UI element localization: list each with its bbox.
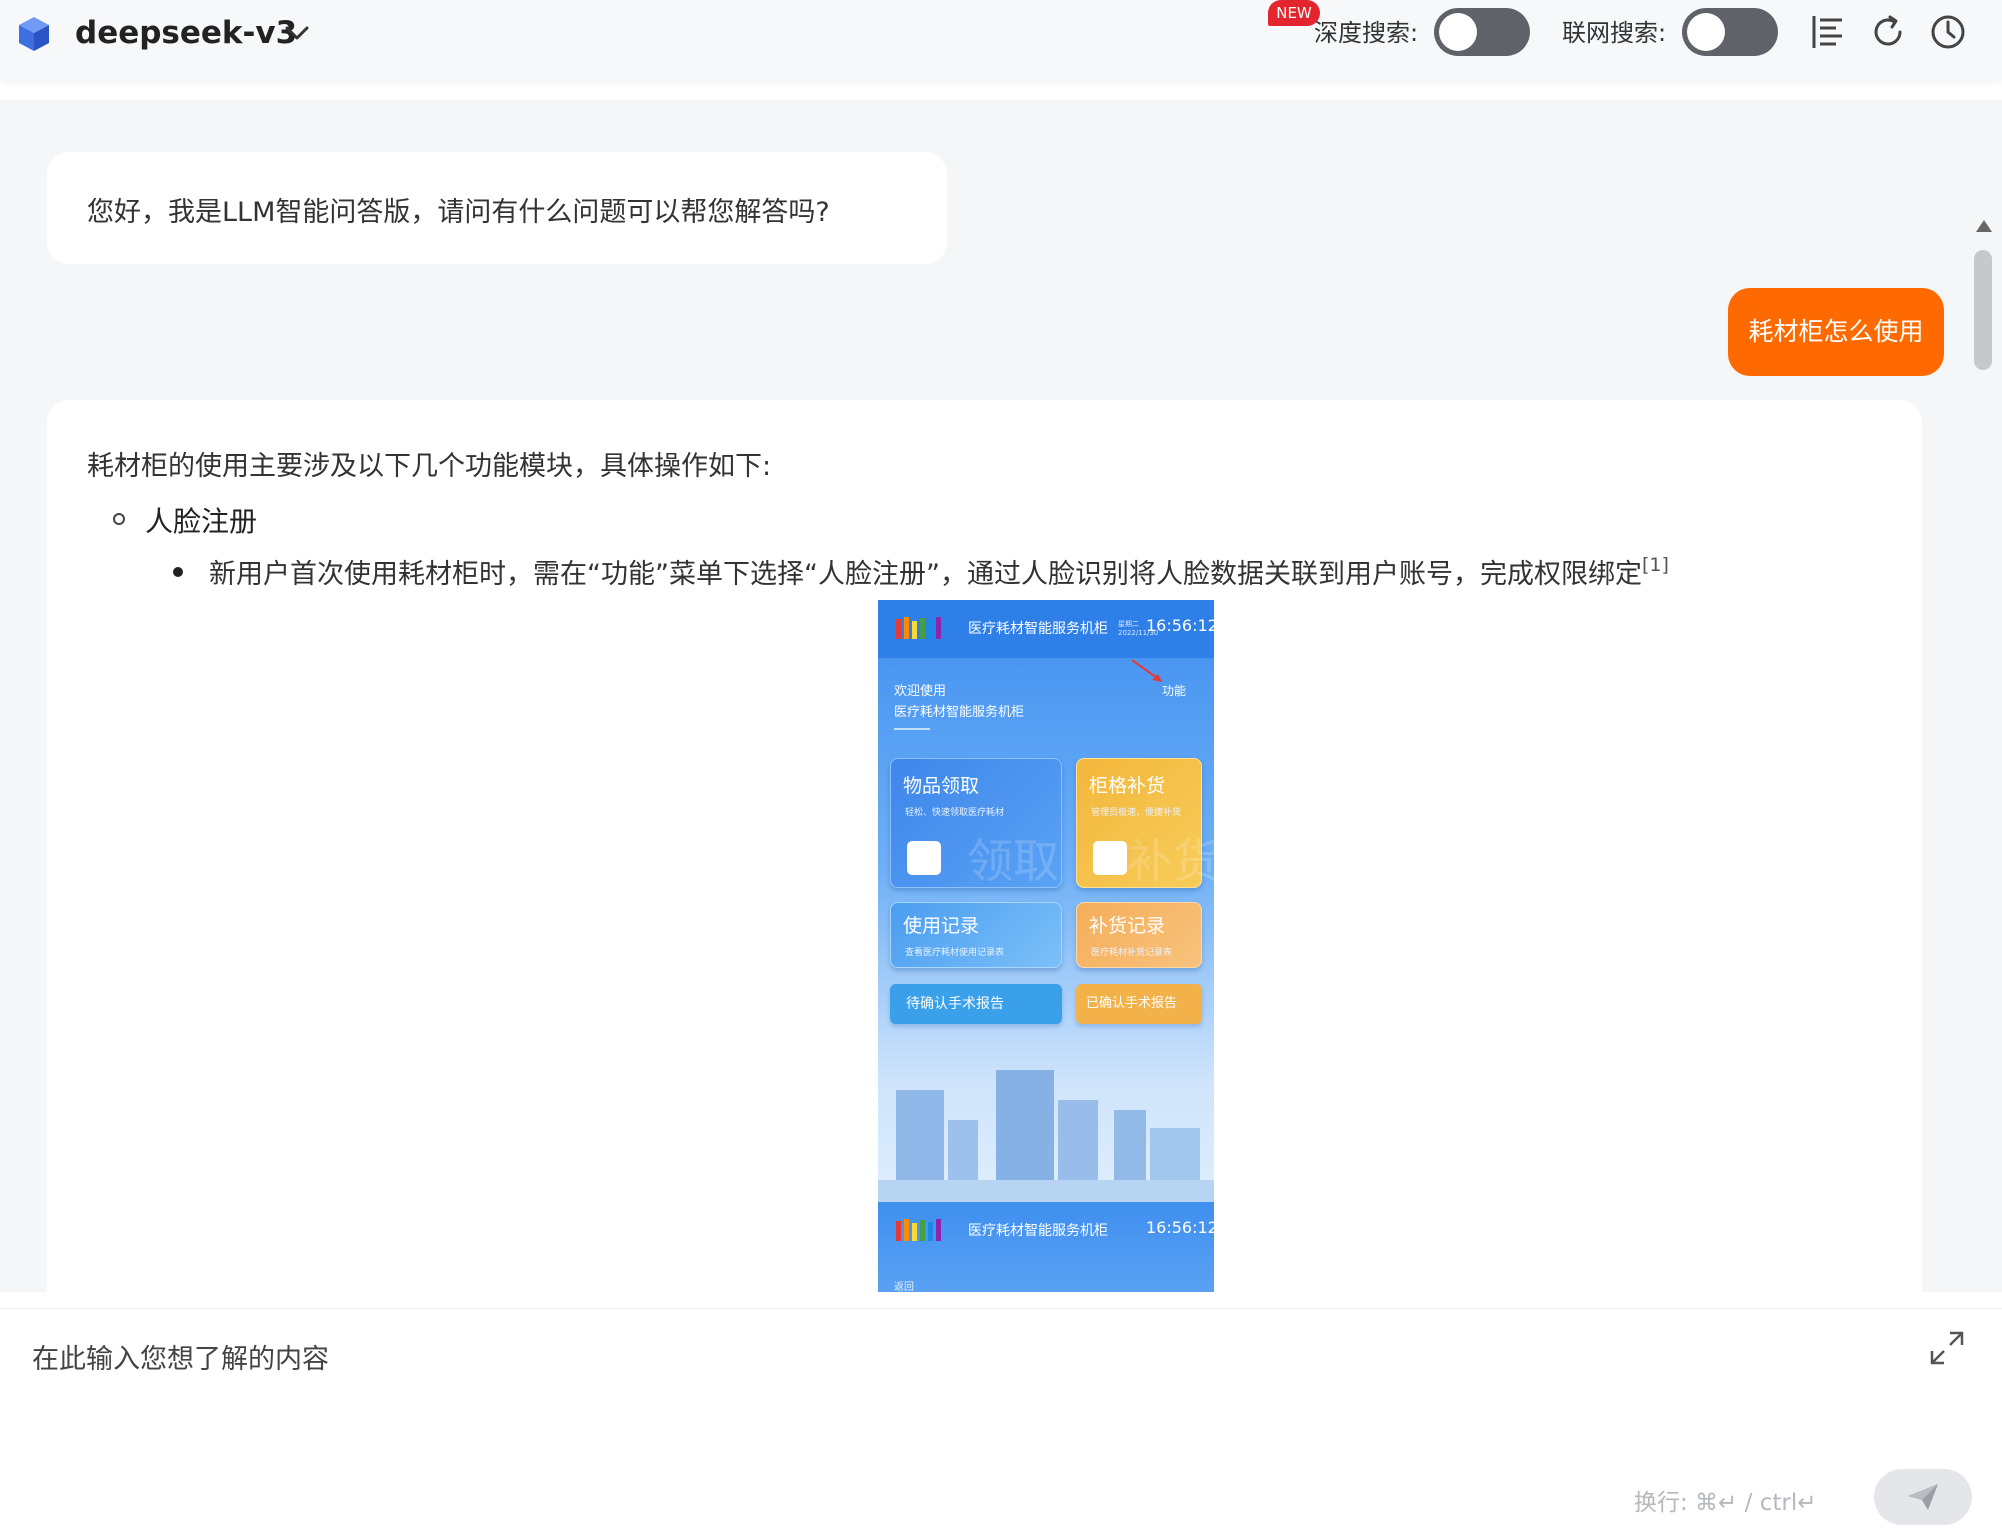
scrollbar-thumb[interactable] [1974, 250, 1992, 370]
pill-confirmed-report: 已确认手术报告 [1076, 984, 1202, 1024]
tile-title: 使用记录 [903, 915, 980, 937]
web-search-toggle[interactable] [1682, 8, 1778, 56]
tile-subtitle: 管理员极速，便捷补货 [1091, 808, 1182, 818]
newline-hint: 换行: ⌘↵ / ctrl↵ [1634, 1490, 1817, 1516]
divider [894, 728, 930, 730]
tile-watermark: 领取 [967, 834, 1059, 888]
chevron-down-icon[interactable] [282, 20, 312, 46]
cabinet-function-menu: 功能 [1162, 684, 1187, 698]
deep-search-label: 深度搜索: [1314, 19, 1419, 47]
tile-item-pickup: 领取 物品领取 轻松、快速领取医疗耗材 [890, 758, 1062, 888]
deep-search-toggle[interactable] [1434, 8, 1530, 56]
tile-watermark: 补货 [1127, 834, 1214, 888]
user-message-bubble: 耗材柜怎么使用 [1728, 288, 1944, 376]
chat-area[interactable]: 您好，我是LLM智能问答版，请问有什么问题可以帮您解答吗? 耗材柜怎么使用 耗材… [0, 100, 2002, 1292]
model-selector-label[interactable]: deepseek-v3 [75, 12, 297, 54]
cabinet-welcome-line2: 医疗耗材智能服务机柜 [894, 705, 1025, 720]
greeting-text: 您好，我是LLM智能问答版，请问有什么问题可以帮您解答吗? [87, 197, 830, 228]
cabinet-header-bar: 医疗耗材智能服务机柜 16:56:12 [878, 1202, 1214, 1260]
cabinet-logo-icon [896, 617, 941, 639]
new-badge: NEW [1268, 0, 1320, 26]
cabinet-title: 医疗耗材智能服务机柜 [968, 621, 1108, 637]
cabinet-time: 16:56:12 [1146, 1218, 1214, 1237]
refresh-icon[interactable] [1868, 12, 1908, 52]
city-skyline-illustration [878, 1070, 1214, 1202]
tile-title: 补货记录 [1089, 915, 1166, 937]
hollow-bullet [113, 513, 125, 525]
answer-bullet-text: 新用户首次使用耗材柜时，需在“功能”菜单下选择“人脸注册”，通过人脸识别将人脸数… [209, 559, 1642, 590]
tile-usage-records: 使用记录 查看医疗耗材使用记录表 [890, 902, 1062, 968]
answer-section-title: 人脸注册 [145, 505, 258, 538]
expand-icon[interactable] [1928, 1329, 1966, 1367]
web-search-label: 联网搜索: [1562, 19, 1667, 47]
tile-subtitle: 查看医疗耗材使用记录表 [905, 948, 1005, 958]
list-icon[interactable] [1808, 12, 1848, 52]
cabinet-back-label: 返回 [894, 1282, 914, 1292]
scroll-up-arrow-icon[interactable] [1974, 218, 1994, 234]
cabinet-title: 医疗耗材智能服务机柜 [968, 1223, 1108, 1239]
message-input[interactable] [32, 1337, 1892, 1437]
tile-restock: 补货 柜格补货 管理员极速，便捷补货 [1076, 758, 1214, 888]
top-bar: deepseek-v3 NEW 深度搜索: 联网搜索: [0, 0, 2002, 80]
tile-title: 物品领取 [903, 775, 980, 797]
message-input-panel: 换行: ⌘↵ / ctrl↵ [0, 1308, 2002, 1530]
answer-bullet-item: 新用户首次使用耗材柜时，需在“功能”菜单下选择“人脸注册”，通过人脸识别将人脸数… [209, 552, 1669, 591]
cabinet-second-screen: 医疗耗材智能服务机柜 16:56:12 返回 [878, 1202, 1214, 1292]
cabinet-home-screen: 医疗耗材智能服务机柜 星期二 2022/11/30 16:56:12 欢迎使用 … [878, 600, 1214, 1202]
tile-restock-records: 补货记录 医疗耗材补货记录表 [1076, 902, 1202, 968]
checklist-icon [907, 841, 941, 875]
cabinet-time: 16:56:12 [1146, 616, 1214, 635]
tile-title: 柜格补货 [1089, 775, 1166, 797]
solid-bullet [173, 567, 183, 577]
history-clock-icon[interactable] [1928, 12, 1968, 52]
cabinet-date: 星期二 2022/11/30 [1118, 620, 1159, 637]
send-button[interactable] [1874, 1469, 1972, 1525]
lightning-icon [1093, 841, 1127, 875]
toggle-knob [1439, 13, 1477, 51]
assistant-greeting-bubble: 您好，我是LLM智能问答版，请问有什么问题可以帮您解答吗? [47, 152, 947, 264]
cabinet-header-bar: 医疗耗材智能服务机柜 星期二 2022/11/30 16:56:12 [878, 600, 1214, 658]
cube-logo-icon [19, 17, 49, 51]
send-plane-icon [1908, 1484, 1938, 1510]
cabinet-logo-icon [896, 1219, 941, 1241]
answer-intro: 耗材柜的使用主要涉及以下几个功能模块，具体操作如下: [87, 451, 772, 482]
tile-subtitle: 轻松、快速领取医疗耗材 [905, 808, 1005, 818]
toggle-knob [1687, 13, 1725, 51]
tile-subtitle: 医疗耗材补货记录表 [1091, 948, 1173, 958]
citation-link[interactable]: [1] [1642, 554, 1669, 576]
pill-pending-report: 待确认手术报告 [890, 984, 1062, 1024]
cabinet-welcome-line1: 欢迎使用 [894, 684, 947, 699]
embedded-cabinet-screenshot: 医疗耗材智能服务机柜 星期二 2022/11/30 16:56:12 欢迎使用 … [878, 600, 1214, 1292]
